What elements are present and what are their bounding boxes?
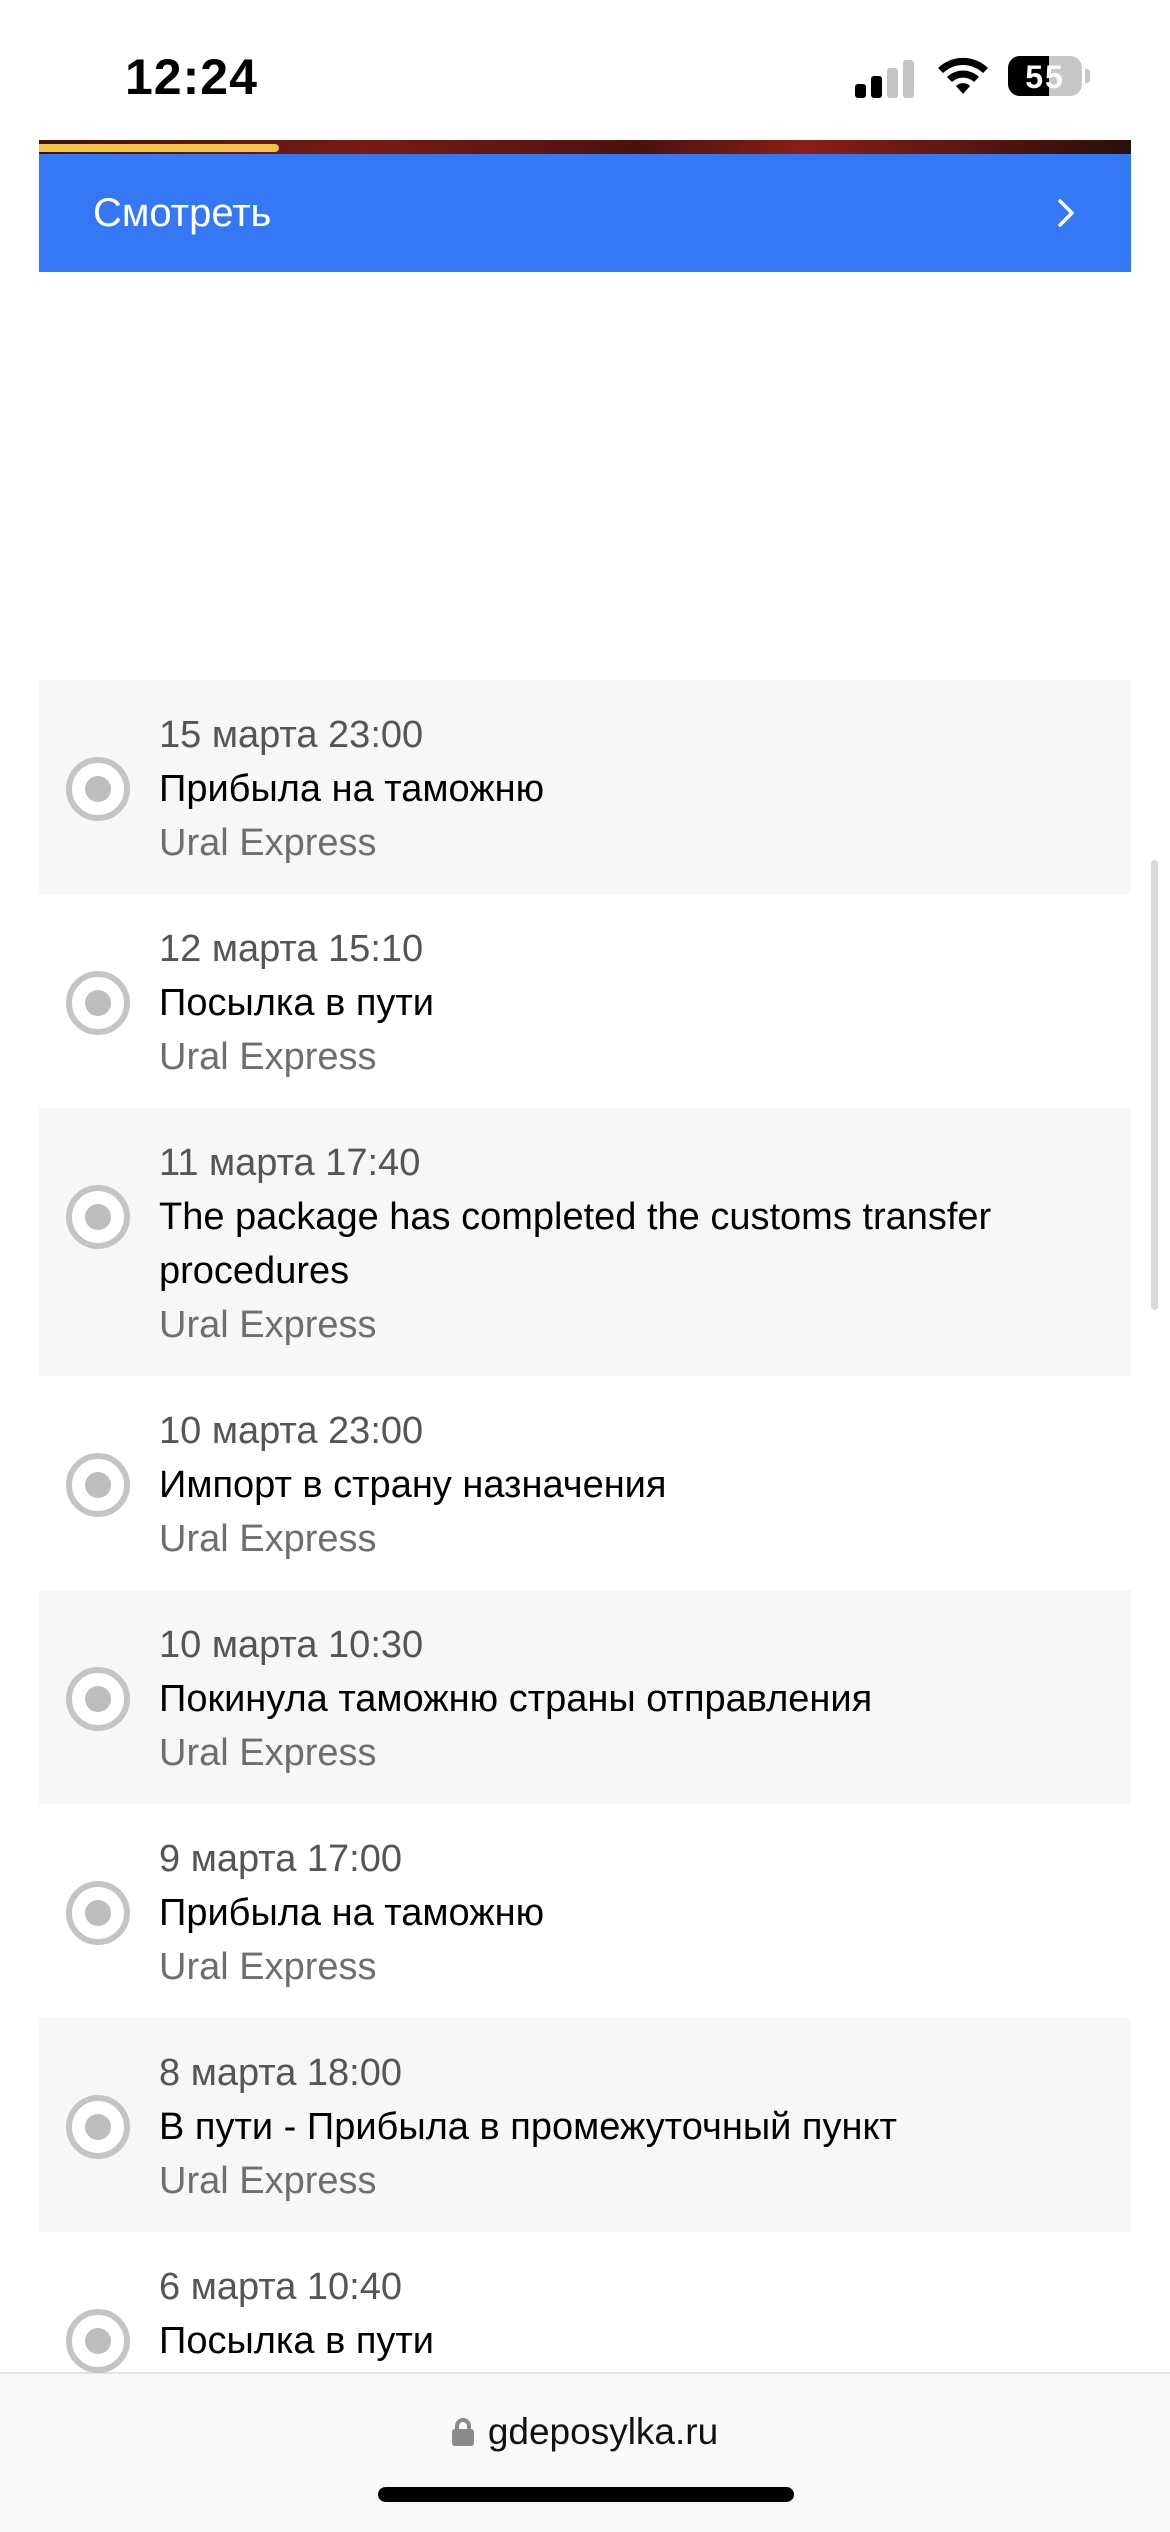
timeline-dot-icon bbox=[66, 1185, 130, 1249]
timeline-dot-icon bbox=[66, 1453, 130, 1517]
event-carrier: Ural Express bbox=[159, 1732, 377, 1774]
tracking-event: 10 марта 10:30 Покинула таможню страны от… bbox=[39, 1590, 1131, 1804]
signal-icon bbox=[855, 58, 915, 98]
tracking-event: 12 марта 15:10 Посылка в пути Ural Express bbox=[39, 894, 1131, 1108]
event-carrier: Ural Express bbox=[159, 1036, 377, 1078]
event-date: 9 марта 17:00 bbox=[159, 1838, 403, 1880]
event-title: The package has completed the customs tr… bbox=[159, 1196, 992, 1292]
tracking-event: 10 марта 23:00 Импорт в страну назначения… bbox=[39, 1376, 1131, 1590]
event-date: 11 марта 17:40 bbox=[159, 1142, 421, 1184]
event-carrier: Ural Express bbox=[159, 1946, 377, 1988]
scrollbar[interactable] bbox=[1151, 860, 1158, 1310]
event-date: 10 марта 10:30 bbox=[159, 1624, 424, 1666]
url-text: gdeposylka.ru bbox=[487, 2411, 719, 2452]
battery-tip bbox=[1085, 69, 1090, 83]
event-carrier: Ural Express bbox=[159, 2160, 377, 2202]
tracking-event: 6 марта 10:40Посылка в путиUral Express bbox=[39, 2232, 1131, 2375]
event-title: Прибыла на таможню bbox=[159, 1892, 545, 1934]
status-bar: 12:24 55 bbox=[0, 0, 1170, 140]
timeline-dot-icon bbox=[66, 2095, 130, 2159]
event-carrier: Ural Express bbox=[159, 822, 377, 864]
event-date: 12 марта 15:10 bbox=[159, 928, 424, 970]
timeline-dot-icon bbox=[66, 2309, 130, 2373]
home-indicator bbox=[378, 2487, 794, 2502]
event-carrier: Ural Express bbox=[159, 1304, 377, 1346]
tracking-event: 11 марта 17:40 The package has completed … bbox=[39, 1108, 1131, 1376]
tracking-event: 9 марта 17:00 Прибыла на таможню Ural Expr… bbox=[39, 1804, 1131, 2018]
event-title: Покинула таможню страны отправления bbox=[159, 1678, 873, 1720]
wifi-icon bbox=[938, 57, 988, 94]
battery-level: 55 bbox=[1025, 59, 1065, 95]
address-bar[interactable]: gdeposylka.ru bbox=[0, 2411, 1170, 2453]
watch-button-label: Смотреть bbox=[93, 190, 272, 235]
event-title: В пути - Прибыла в промежуточный пункт bbox=[159, 2106, 897, 2148]
lock-icon bbox=[451, 2418, 474, 2446]
timeline-dot-icon bbox=[66, 1881, 130, 1945]
chevron-right-icon bbox=[1058, 199, 1074, 227]
watch-button[interactable]: Смотреть bbox=[39, 154, 1131, 272]
event-date: 8 марта 18:00 bbox=[159, 2052, 403, 2094]
tracking-event: 8 марта 18:00 В пути - Прибыла в промежут… bbox=[39, 2018, 1131, 2232]
status-time: 12:24 bbox=[125, 49, 258, 105]
event-carrier: Ural Express bbox=[159, 1518, 377, 1560]
battery-icon: 55 bbox=[1008, 56, 1082, 96]
tracking-timeline: 15 марта 23:00 Прибыла на таможню Ural Exp… bbox=[39, 680, 1131, 2375]
event-date: 10 марта 23:00 bbox=[159, 1410, 424, 1452]
timeline-dot-icon bbox=[66, 971, 130, 1035]
event-title: Посылка в пути bbox=[159, 982, 435, 1024]
event-date: 6 марта 10:40 bbox=[159, 2266, 403, 2308]
video-progress-bar bbox=[39, 144, 280, 152]
event-title: Прибыла на таможню bbox=[159, 768, 545, 810]
tracking-event: 15 марта 23:00 Прибыла на таможню Ural Exp… bbox=[39, 680, 1131, 894]
timeline-dot-icon bbox=[66, 1667, 130, 1731]
event-date: 15 марта 23:00 bbox=[159, 714, 424, 756]
timeline-dot-icon bbox=[66, 757, 130, 821]
event-title: Посылка в пути bbox=[159, 2320, 435, 2362]
browser-bottom-bar: gdeposylka.ru bbox=[0, 2372, 1170, 2532]
event-title: Импорт в страну назначения bbox=[159, 1464, 667, 1506]
